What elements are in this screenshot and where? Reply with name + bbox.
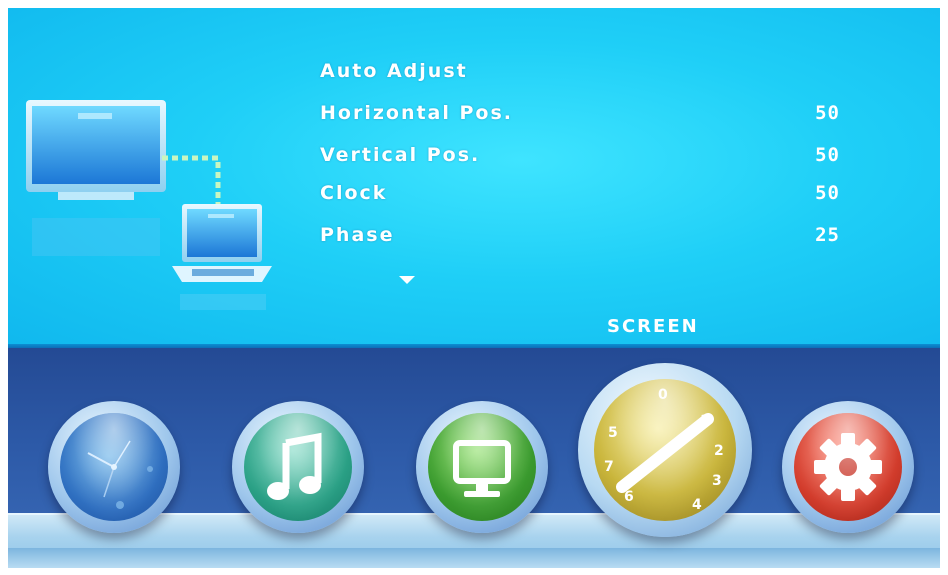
tab-gloss — [594, 379, 736, 521]
tab-gloss — [60, 413, 168, 521]
tab-gloss — [794, 413, 902, 521]
menu-item-label: Vertical Pos. — [320, 144, 481, 166]
pc-laptop-illustration — [26, 100, 272, 310]
tab-picture[interactable] — [416, 401, 548, 533]
menu-item-vertical-pos[interactable]: Vertical Pos. 50 — [320, 144, 840, 174]
tab-gloss — [244, 413, 352, 521]
tab-setup[interactable] — [782, 401, 914, 533]
menu-item-label: Auto Adjust — [320, 60, 468, 82]
menu-item-value: 25 — [815, 224, 840, 246]
menu-item-horizontal-pos[interactable]: Horizontal Pos. 50 — [320, 102, 840, 132]
menu-item-label: Clock — [320, 182, 388, 204]
menu-item-label: Horizontal Pos. — [320, 102, 514, 124]
tab-audio[interactable] — [232, 401, 364, 533]
tab-gloss — [428, 413, 536, 521]
menu-item-phase[interactable]: Phase 25 — [320, 224, 840, 254]
menu-item-value: 50 — [815, 144, 840, 166]
menu-item-label: Phase — [320, 224, 395, 246]
menu-item-auto-adjust[interactable]: Auto Adjust — [320, 60, 840, 90]
menu-item-clock[interactable]: Clock 50 — [320, 182, 840, 212]
down-triangle-icon[interactable] — [399, 276, 415, 284]
tab-clock[interactable] — [48, 401, 180, 533]
menu-item-value: 50 — [815, 182, 840, 204]
section-title: SCREEN — [607, 316, 699, 337]
tab-screen[interactable]: 0 1 2 3 4 5 6 7 — [578, 363, 752, 537]
shelf-base — [8, 548, 940, 568]
menu-item-value: 50 — [815, 102, 840, 124]
osd-screen: Auto Adjust Horizontal Pos. 50 Vertical … — [8, 8, 940, 568]
